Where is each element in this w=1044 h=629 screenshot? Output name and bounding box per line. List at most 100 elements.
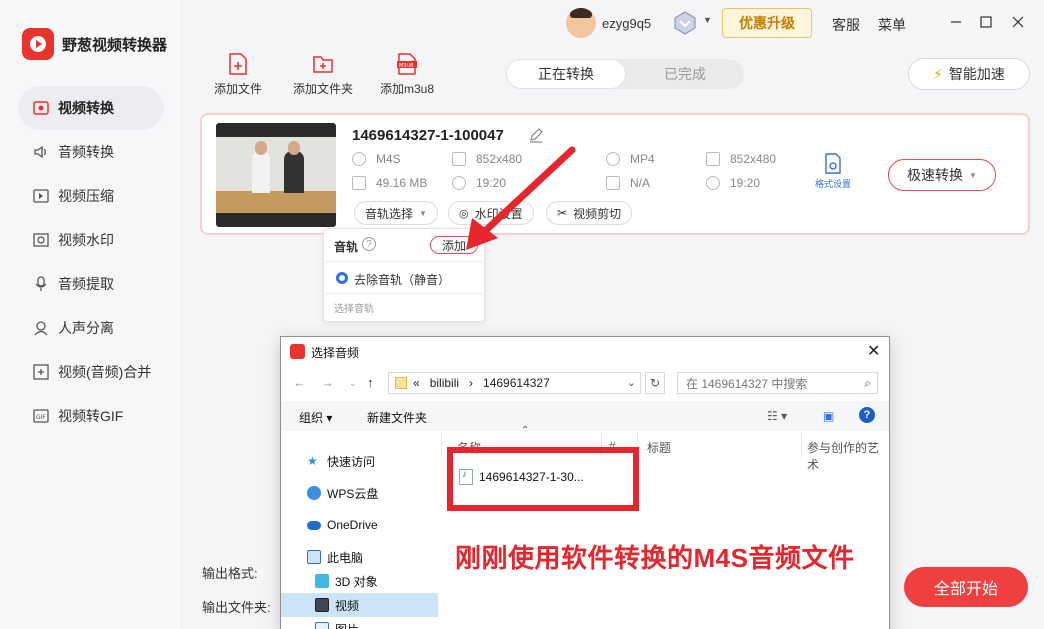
sidebar-item-audio-extract[interactable]: 音频提取 <box>18 262 164 306</box>
svg-text:GIF: GIF <box>36 414 46 421</box>
audio-extract-icon <box>32 275 50 293</box>
audio-track-popup: 音轨 ? 添加 去除音轨（静音） 选择音轨 <box>323 228 485 322</box>
lightning-icon: ⚡ <box>933 65 943 82</box>
column-title[interactable]: 标题 <box>647 439 671 456</box>
breadcrumb-current[interactable]: 1469614327 <box>483 376 550 390</box>
chevron-down-icon[interactable]: ⌄ <box>627 376 636 389</box>
task-filename: 1469614327-1-100047 <box>352 127 504 144</box>
sidebar-item-merge[interactable]: 视频(音频)合并 <box>18 350 164 394</box>
add-folder-button[interactable]: 添加文件夹 <box>292 52 354 97</box>
app-logo-icon <box>290 344 305 359</box>
start-all-button[interactable]: 全部开始 <box>904 567 1028 607</box>
edit-pencil-icon[interactable] <box>528 127 544 143</box>
source-resolution: 852x480 <box>452 152 522 166</box>
help-icon[interactable]: ? <box>859 407 875 423</box>
tree-item-3d-objects[interactable]: 3D 对象 <box>281 569 438 593</box>
format-settings-button[interactable]: 格式设置 <box>810 153 856 190</box>
tree-item-pictures[interactable]: 图片 <box>281 617 438 629</box>
vip-badge-icon[interactable] <box>672 10 698 36</box>
settings-file-icon <box>825 153 841 174</box>
chevron-down-icon[interactable]: ▼ <box>703 15 712 25</box>
back-arrow-icon[interactable]: ← <box>293 375 306 390</box>
tree-item-onedrive[interactable]: OneDrive <box>281 513 438 537</box>
customer-service-link[interactable]: 客服 <box>832 15 860 35</box>
add-m3u8-button[interactable]: M3U8 添加m3u8 <box>378 52 436 97</box>
sidebar-item-gif[interactable]: GIF 视频转GIF <box>18 394 164 438</box>
app-logo: 野葱视频转换器 <box>22 28 167 60</box>
resolution-icon <box>706 152 720 166</box>
target-format: MP4 <box>606 152 655 166</box>
user-profile[interactable]: ezyg9q5 <box>566 8 651 38</box>
file-size-icon <box>352 176 366 190</box>
breadcrumb-overflow[interactable]: « <box>413 376 420 390</box>
watermark-settings-button[interactable]: ◎ 水印设置 <box>448 201 534 225</box>
close-icon[interactable]: ✕ <box>867 341 880 361</box>
smart-accelerate-button[interactable]: ⚡ 智能加速 <box>908 58 1030 90</box>
svg-text:M3U8: M3U8 <box>399 63 413 69</box>
video-cut-button[interactable]: ✂ 视频剪切 <box>546 201 633 225</box>
file-size-icon <box>606 176 620 190</box>
view-options-icon[interactable]: ☷ ▾ <box>767 409 787 423</box>
fast-convert-button[interactable]: 极速转换 ▼ <box>888 159 996 191</box>
add-audio-track-button[interactable]: 添加 <box>430 236 478 254</box>
sidebar-item-video-convert[interactable]: 视频转换 <box>18 86 164 130</box>
divider <box>324 293 484 294</box>
close-icon[interactable] <box>1008 12 1028 32</box>
add-file-button[interactable]: 添加文件 <box>214 52 262 97</box>
minimize-icon[interactable] <box>946 12 966 32</box>
divider <box>801 433 802 457</box>
3d-objects-icon <box>315 574 329 588</box>
remove-audio-label[interactable]: 去除音轨（静音） <box>354 271 450 288</box>
sidebar-item-vocal-separate[interactable]: 人声分离 <box>18 306 164 350</box>
source-size: 49.16 MB <box>352 176 427 190</box>
tree-item-videos[interactable]: 视频 <box>281 593 438 617</box>
organize-menu[interactable]: 组织 ▾ <box>299 409 332 426</box>
tree-item-quick-access[interactable]: ★ 快速访问 <box>281 449 438 473</box>
sidebar-item-watermark[interactable]: 视频水印 <box>18 218 164 262</box>
folder-icon <box>395 377 407 389</box>
sidebar-item-label: 视频水印 <box>58 232 114 248</box>
sidebar: 野葱视频转换器 视频转换 音频转换 视频压缩 视频水印 音频提取 人声分离 视频… <box>0 0 182 629</box>
merge-icon <box>32 363 50 381</box>
video-thumbnail[interactable] <box>216 123 336 227</box>
audio-track-select[interactable]: 音轨选择 ▼ <box>354 201 438 225</box>
address-bar[interactable]: « bilibili › 1469614327 ⌄ <box>388 372 641 394</box>
preview-pane-icon[interactable]: ▣ <box>823 409 834 423</box>
forward-arrow-icon[interactable]: → <box>321 375 334 390</box>
promo-upgrade-button[interactable]: 优惠升级 <box>722 8 812 38</box>
source-format: M4S <box>352 152 401 166</box>
add-m3u8-label: 添加m3u8 <box>379 82 435 96</box>
maximize-icon[interactable] <box>976 12 996 32</box>
status-tabs: 正在转换 已完成 <box>506 59 744 89</box>
video-folder-icon <box>315 598 329 612</box>
new-folder-button[interactable]: 新建文件夹 <box>367 409 427 426</box>
help-icon[interactable]: ? <box>362 237 376 251</box>
add-folder-icon <box>312 52 334 76</box>
up-arrow-icon[interactable]: ↑ <box>367 375 374 390</box>
column-artist[interactable]: 参与创作的艺术 <box>807 439 889 473</box>
watermark-icon <box>32 231 50 249</box>
refresh-icon[interactable]: ↻ <box>645 372 665 394</box>
chevron-down-icon: ▼ <box>419 208 427 218</box>
video-convert-icon <box>32 99 50 117</box>
target-size: N/A <box>606 176 650 190</box>
tree-item-this-pc[interactable]: 此电脑 <box>281 545 438 569</box>
target-duration: 19:20 <box>706 176 760 190</box>
breadcrumb-bilibili[interactable]: bilibili <box>430 376 459 390</box>
remove-audio-radio[interactable] <box>336 272 348 284</box>
sidebar-item-label: 音频转换 <box>58 144 114 160</box>
app-name: 野葱视频转换器 <box>62 36 168 54</box>
tree-item-wps-cloud[interactable]: WPS云盘 <box>281 481 438 505</box>
sidebar-item-label: 视频压缩 <box>58 188 114 204</box>
divider <box>441 433 442 457</box>
search-input[interactable]: 在 1469614327 中搜索 ⌕ <box>677 372 878 394</box>
sidebar-item-audio-convert[interactable]: 音频转换 <box>18 130 164 174</box>
chevron-down-icon[interactable]: ⌄ <box>349 378 357 389</box>
tab-converting[interactable]: 正在转换 <box>506 59 626 89</box>
resolution-icon <box>452 152 466 166</box>
clock-icon <box>452 176 466 190</box>
sidebar-item-label: 音频提取 <box>58 276 114 292</box>
menu-link[interactable]: 菜单 <box>878 15 906 35</box>
sidebar-item-video-compress[interactable]: 视频压缩 <box>18 174 164 218</box>
tab-completed[interactable]: 已完成 <box>626 59 744 89</box>
